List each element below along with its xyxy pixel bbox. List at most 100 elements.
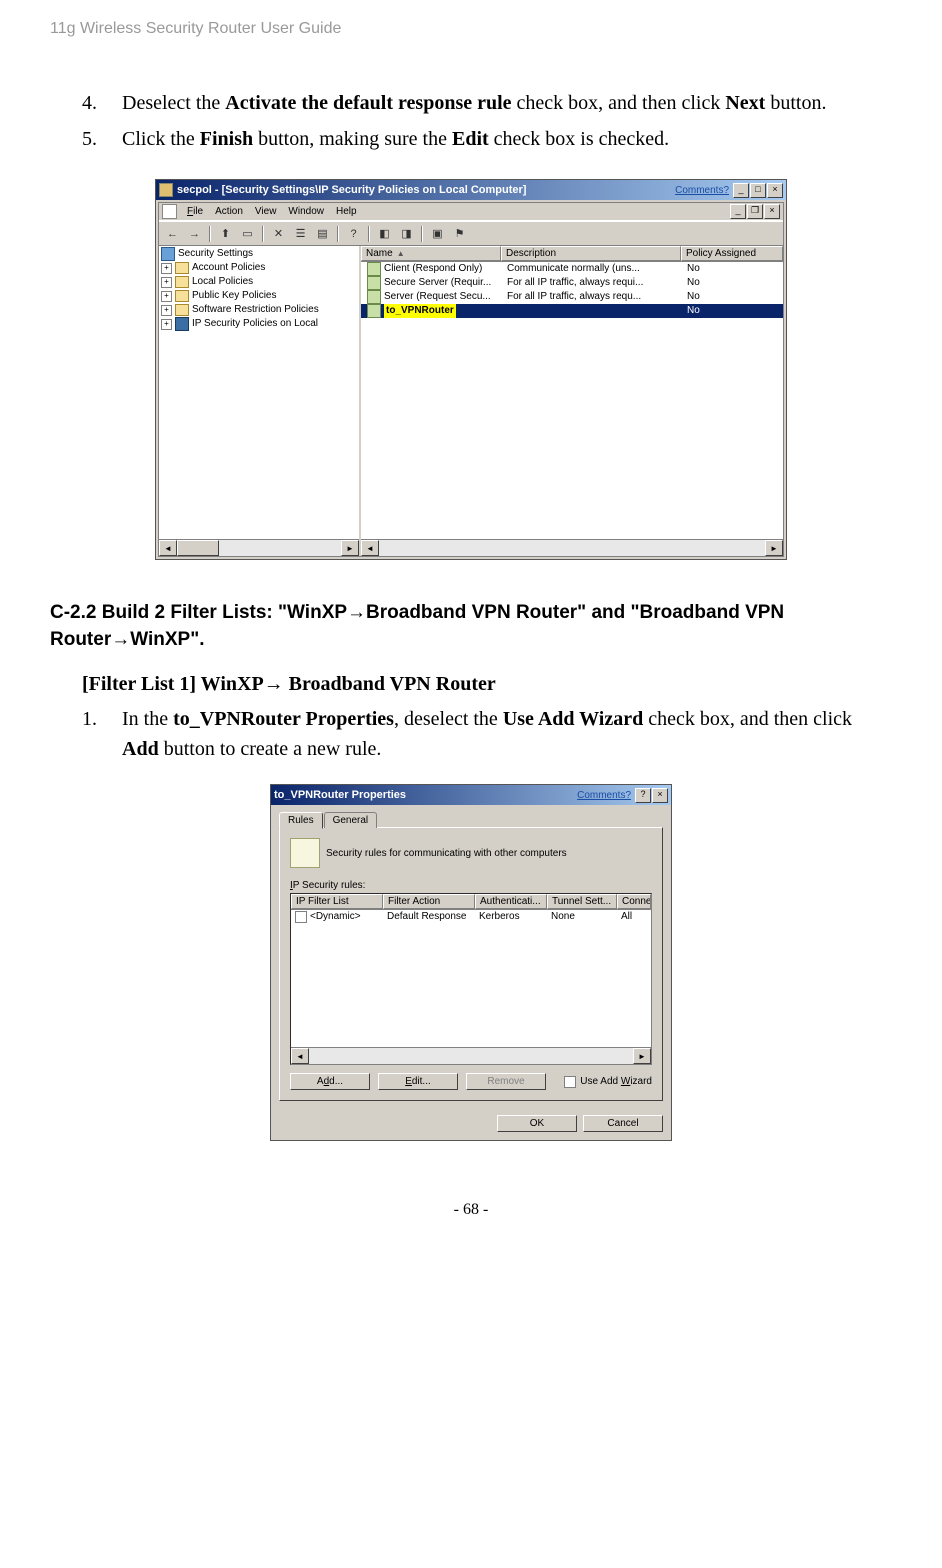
policy-desc: For all IP traffic, always requi... <box>503 276 683 290</box>
tool-button[interactable]: ⚑ <box>450 224 469 243</box>
policy-desc: For all IP traffic, always requ... <box>503 290 683 304</box>
back-button[interactable]: ← <box>163 224 182 243</box>
col-filter-action[interactable]: Filter Action <box>383 894 475 909</box>
col-auth[interactable]: Authenticati... <box>475 894 547 909</box>
tree-item[interactable]: + Account Policies <box>161 261 357 275</box>
close-button[interactable]: × <box>767 183 783 198</box>
bold-text: Edit <box>452 128 489 150</box>
horizontal-scrollbar[interactable]: ◄ ► <box>291 1047 651 1064</box>
rule-filter-action: Default Response <box>383 910 475 924</box>
tab-general[interactable]: General <box>324 812 378 828</box>
scroll-left-button[interactable]: ◄ <box>159 540 177 556</box>
scroll-left-button[interactable]: ◄ <box>361 540 379 556</box>
edit-button[interactable]: Edit... <box>378 1073 458 1090</box>
tool-button[interactable]: ▣ <box>428 224 447 243</box>
horizontal-scrollbar[interactable]: ◄ ► <box>361 539 783 556</box>
rules-listview[interactable]: IP Filter List Filter Action Authenticat… <box>290 893 652 1065</box>
minimize-button[interactable]: _ <box>733 183 749 198</box>
tool-button[interactable]: ◧ <box>375 224 394 243</box>
tree-root[interactable]: Security Settings <box>161 247 357 261</box>
ok-button[interactable]: OK <box>497 1115 577 1132</box>
col-conn[interactable]: Conne <box>617 894 651 909</box>
expand-icon[interactable]: + <box>161 319 172 330</box>
rule-auth: Kerberos <box>475 910 547 924</box>
list-header: Name▲ Description Policy Assigned <box>361 246 783 262</box>
scroll-right-button[interactable]: ► <box>341 540 359 556</box>
scroll-right-button[interactable]: ► <box>633 1048 651 1064</box>
expand-icon[interactable]: + <box>161 277 172 288</box>
scroll-left-button[interactable]: ◄ <box>291 1048 309 1064</box>
list-body[interactable]: Client (Respond Only) Communicate normal… <box>361 262 783 539</box>
use-add-wizard-checkbox[interactable] <box>564 1076 576 1088</box>
toolbar: ← → ⬆ ▭ ✕ ☰ ▤ ? ◧ ◨ ▣ ⚑ <box>159 221 783 246</box>
menu-view[interactable]: View <box>255 206 277 217</box>
tool-button[interactable]: ◨ <box>397 224 416 243</box>
cancel-button[interactable]: Cancel <box>583 1115 663 1132</box>
column-description[interactable]: Description <box>501 246 681 261</box>
horizontal-scrollbar[interactable]: ◄ ► <box>159 539 359 556</box>
sort-asc-icon: ▲ <box>397 249 405 258</box>
window-title: secpol - [Security Settings\IP Security … <box>177 184 675 196</box>
col-tunnel[interactable]: Tunnel Sett... <box>547 894 617 909</box>
dialog-title: to_VPNRouter Properties <box>274 789 577 801</box>
instruction-item-4: 4. Deselect the Activate the default res… <box>82 88 892 118</box>
rule-checkbox[interactable] <box>295 911 307 923</box>
menu-action[interactable]: Action <box>215 206 243 217</box>
page-number: - 68 - <box>50 1201 892 1219</box>
tree-item[interactable]: + Public Key Policies <box>161 289 357 303</box>
tree-view[interactable]: Security Settings + Account Policies + L… <box>159 246 359 539</box>
comments-link[interactable]: Comments? <box>675 185 729 196</box>
export-button[interactable]: ▤ <box>313 224 332 243</box>
menu-file[interactable]: File <box>187 206 203 217</box>
rule-row[interactable]: <Dynamic> Default Response Kerberos None… <box>291 910 651 924</box>
policy-icon <box>367 276 381 290</box>
scroll-thumb[interactable] <box>177 540 219 556</box>
tree-item[interactable]: + Software Restriction Policies <box>161 303 357 317</box>
up-button[interactable]: ⬆ <box>216 224 235 243</box>
policy-assigned: No <box>683 276 783 290</box>
doc-restore-button[interactable]: ❐ <box>747 204 763 219</box>
policy-row[interactable]: Secure Server (Requir... For all IP traf… <box>361 276 783 290</box>
text: , deselect the <box>394 708 503 730</box>
tree-item[interactable]: + IP Security Policies on Local <box>161 317 357 331</box>
delete-button[interactable]: ✕ <box>269 224 288 243</box>
doc-close-button[interactable]: × <box>764 204 780 219</box>
folder-icon <box>175 262 189 274</box>
text: check box, and then click <box>512 92 726 114</box>
scroll-right-button[interactable]: ► <box>765 540 783 556</box>
properties-button[interactable]: ☰ <box>291 224 310 243</box>
menu-help[interactable]: Help <box>336 206 357 217</box>
doc-icon <box>162 204 177 219</box>
dialog-titlebar[interactable]: to_VPNRouter Properties Comments? ? × <box>271 785 671 805</box>
bold-text: Activate the default response rule <box>225 92 511 114</box>
column-policy[interactable]: Policy Assigned <box>681 246 783 261</box>
tree-item[interactable]: + Local Policies <box>161 275 357 289</box>
window-titlebar[interactable]: secpol - [Security Settings\IP Security … <box>156 180 786 200</box>
doc-minimize-button[interactable]: _ <box>730 204 746 219</box>
policy-name: Client (Respond Only) <box>384 262 482 276</box>
policy-row[interactable]: Server (Request Secu... For all IP traff… <box>361 290 783 304</box>
help-button[interactable]: ? <box>344 224 363 243</box>
tab-rules[interactable]: Rules <box>279 812 323 829</box>
menu-window[interactable]: Window <box>288 206 324 217</box>
policy-name: Server (Request Secu... <box>384 290 491 304</box>
comments-link[interactable]: Comments? <box>577 790 631 801</box>
policy-row[interactable]: Client (Respond Only) Communicate normal… <box>361 262 783 276</box>
help-button[interactable]: ? <box>635 788 651 803</box>
col-filter-list[interactable]: IP Filter List <box>291 894 383 909</box>
expand-icon[interactable]: + <box>161 291 172 302</box>
tree-label: IP Security Policies on Local <box>192 317 318 331</box>
maximize-button[interactable]: □ <box>750 183 766 198</box>
forward-button[interactable]: → <box>185 224 204 243</box>
column-name[interactable]: Name▲ <box>361 246 501 261</box>
policy-row-selected[interactable]: to_VPNRouter No <box>361 304 783 318</box>
bold-text: Add <box>122 738 159 760</box>
add-button[interactable]: Add... <box>290 1073 370 1090</box>
show-hide-button[interactable]: ▭ <box>238 224 257 243</box>
close-button[interactable]: × <box>652 788 668 803</box>
policy-assigned: No <box>683 290 783 304</box>
expand-icon[interactable]: + <box>161 263 172 274</box>
expand-icon[interactable]: + <box>161 305 172 316</box>
text: Deselect the <box>122 92 225 114</box>
text: check box is checked. <box>489 128 669 150</box>
